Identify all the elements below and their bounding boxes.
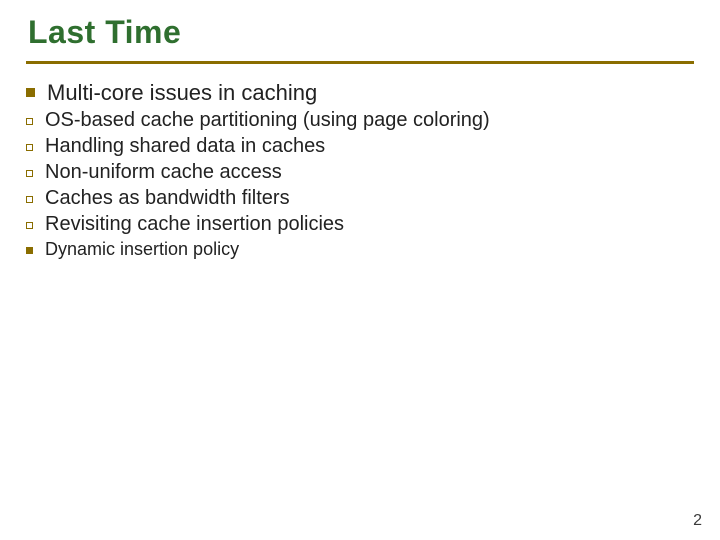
hollow-square-bullet-icon	[26, 222, 33, 229]
list-item: Revisiting cache insertion policies	[26, 213, 694, 236]
list-item-label: Handling shared data in caches	[45, 135, 325, 158]
list-item-label: OS-based cache partitioning (using page …	[45, 109, 490, 132]
title-underline	[26, 61, 694, 64]
list-item: Dynamic insertion policy	[26, 239, 694, 260]
list-item: OS-based cache partitioning (using page …	[26, 109, 694, 132]
list-item-label: Caches as bandwidth filters	[45, 187, 290, 210]
small-square-bullet-icon	[26, 247, 33, 254]
square-bullet-icon	[26, 88, 35, 97]
list-item: Caches as bandwidth filters	[26, 187, 694, 210]
list-item: Multi-core issues in caching	[26, 80, 694, 106]
page-number: 2	[693, 512, 702, 530]
body-heading: Multi-core issues in caching	[47, 80, 317, 106]
list-item-label: Revisiting cache insertion policies	[45, 213, 344, 236]
hollow-square-bullet-icon	[26, 144, 33, 151]
slide: Last Time Multi-core issues in caching O…	[0, 0, 720, 540]
hollow-square-bullet-icon	[26, 196, 33, 203]
hollow-square-bullet-icon	[26, 118, 33, 125]
list-item: Handling shared data in caches	[26, 135, 694, 158]
list-item-label: Non-uniform cache access	[45, 161, 282, 184]
list-item: Non-uniform cache access	[26, 161, 694, 184]
list-item-label: Dynamic insertion policy	[45, 239, 239, 260]
slide-title: Last Time	[28, 14, 694, 51]
hollow-square-bullet-icon	[26, 170, 33, 177]
